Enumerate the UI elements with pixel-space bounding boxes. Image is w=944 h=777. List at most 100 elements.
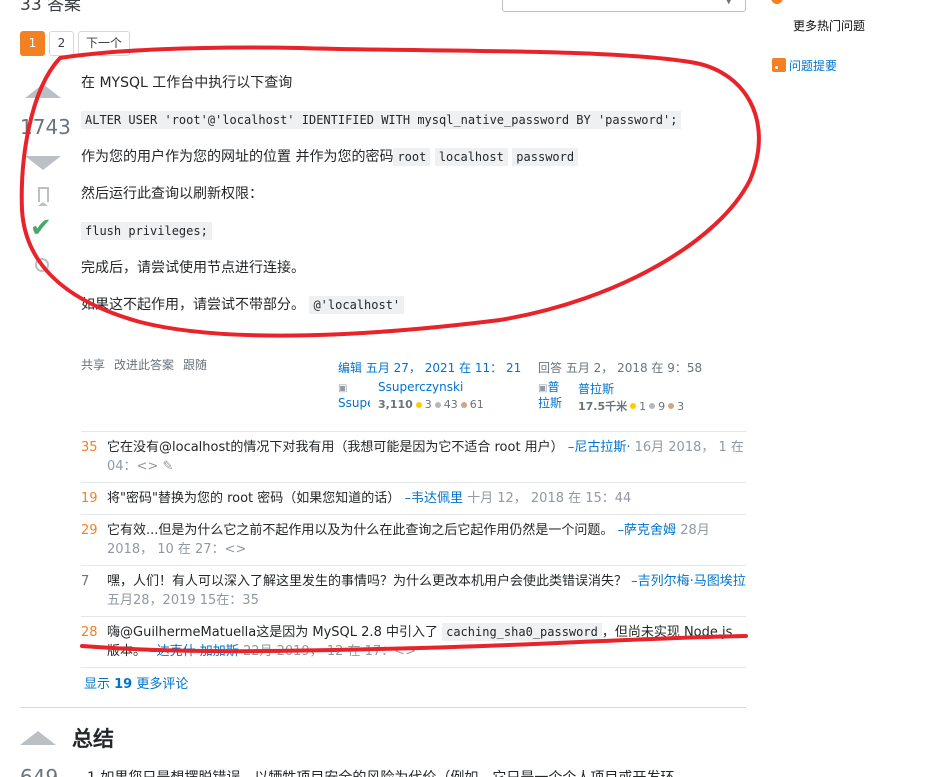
answer-text: 如果这不起作用，请尝试不带部分。 — [81, 297, 305, 313]
comment: 35 它在没有@localhost的情况下对我有用（我想可能是因为它不适合 ro… — [81, 432, 746, 483]
inline-code: localhost — [434, 148, 508, 166]
comment-score: 19 — [81, 491, 98, 506]
improve-answer-link[interactable]: 改进此答案 — [114, 356, 174, 373]
comment-body: 嗨@GuilhermeMatuella这是因为 MySQL 2.8 中引入了 c… — [107, 623, 746, 661]
upvote-icon[interactable] — [25, 84, 61, 98]
answer-code-block: flush privileges; — [81, 221, 741, 241]
chevron-down-icon: ▼ — [725, 0, 733, 6]
comment: 7 嘿，人们！有人可以深入了解这里发生的事情吗？为什么更改本机用户会使此类错误消… — [81, 566, 746, 617]
inline-code: root — [393, 148, 431, 166]
comment-user-link[interactable]: –萨克舍姆 — [618, 523, 677, 538]
more-hot-questions-link[interactable]: 更多热门问题 — [793, 17, 865, 34]
answer-timestamp: 回答 五月 2， 2018 在 9：58 — [538, 361, 703, 375]
history-icon[interactable] — [35, 258, 49, 272]
gold-badge-icon — [415, 401, 422, 408]
reputation-score: 3,110 — [378, 398, 413, 411]
comment-user-link[interactable]: –韦达佩里 — [404, 491, 463, 506]
silver-badge-count: 43 — [443, 398, 458, 411]
question-feed-link[interactable]: 问题提要 — [789, 57, 837, 74]
silver-badge-icon — [649, 403, 656, 409]
answer-paragraph: 作为您的用户作为您的网址的位置 并作为您的密码 root localhost pa… — [81, 147, 741, 167]
avatar[interactable]: ▣Ssupe — [338, 380, 370, 412]
rss-icon — [772, 58, 786, 72]
follow-link[interactable]: 跟随 — [183, 356, 207, 373]
upvote-icon[interactable] — [20, 731, 56, 745]
comment-text: 嘿，人们！有人可以深入了解这里发生的事情吗？为什么更改本机用户会使此类错误消失？ — [107, 574, 628, 589]
sort-select[interactable]: ▼ — [502, 0, 746, 12]
answer-heading: 总结 — [72, 727, 114, 751]
share-link[interactable]: 共享 — [81, 356, 105, 373]
comment-user-link[interactable]: –尼古拉斯· — [568, 440, 631, 455]
avatar-alt-text: Ssupe — [338, 396, 370, 410]
downvote-icon[interactable] — [25, 156, 61, 170]
silver-badge-icon — [434, 401, 441, 408]
comment-score: 35 — [81, 440, 98, 455]
answer-paragraph: 如果这不起作用，请尝试不带部分。 @'localhost' — [81, 295, 741, 315]
answerer-reputation: 17.5千米 1 9 3 — [578, 398, 684, 414]
page-2-button[interactable]: 2 — [49, 31, 74, 56]
comment-text: 它在没有@localhost的情况下对我有用（我想可能是因为它不适合 root … — [107, 440, 564, 455]
bookmark-icon[interactable] — [38, 187, 49, 206]
comment: 28 嗨@GuilhermeMatuella这是因为 MySQL 2.8 中引入… — [81, 617, 746, 668]
show-more-prefix: 显示 — [84, 677, 115, 692]
answer-paragraph: 在 MYSQL 工作台中执行以下查询 — [81, 75, 293, 91]
edit-timestamp-link[interactable]: 编辑 五月 27， 2021 在 11： 21 — [338, 361, 521, 375]
show-more-count: 19 — [114, 677, 133, 692]
bronze-badge-count: 3 — [677, 399, 685, 413]
answer-count-heading: 33 答案 — [20, 0, 82, 15]
comment-date: 十月 12， 2018 在 15：44 — [467, 491, 632, 506]
comment: 29 它有效...但是为什么它之前不起作用以及为什么在此查询之后它起作用仍然是一… — [81, 515, 746, 566]
gold-badge-count: 3 — [424, 398, 432, 411]
answer-paragraph: 然后运行此查询以刷新权限： — [81, 186, 263, 202]
inline-code: @'localhost' — [309, 296, 405, 314]
comment-date: 五月28，2019 15在：35 — [107, 593, 259, 608]
pagination: 1 2 下一个 — [20, 31, 131, 56]
comment-score: 28 — [81, 625, 98, 640]
edited-signature: 编辑 五月 27， 2021 在 11： 21 — [338, 359, 521, 376]
editor-reputation: 3,110 3 43 61 — [378, 398, 484, 411]
answer-code-block: ALTER USER 'root'@'localhost' IDENTIFIED… — [81, 110, 741, 130]
comment-user-link[interactable]: –达克什·加加斯 — [150, 644, 239, 659]
answer-divider — [20, 707, 746, 708]
answer-text: 作为您的用户作为您的网址的位置 并作为您的密码 — [81, 149, 394, 165]
reputation-score: 17.5千米 — [578, 400, 628, 413]
answer-paragraph: 完成后，请尝试使用节点进行连接。 — [81, 260, 305, 276]
silver-badge-count: 9 — [658, 399, 666, 413]
avatar[interactable]: ▣普 拉斯 — [538, 380, 570, 412]
answerer-username[interactable]: 普拉斯 — [578, 380, 614, 397]
bronze-badge-count: 61 — [469, 398, 484, 411]
comment-body: 它在没有@localhost的情况下对我有用（我想可能是因为它不适合 root … — [107, 438, 746, 476]
comment-text: 嗨@GuilhermeMatuella这是因为 MySQL 2.8 中引入了 — [107, 625, 438, 640]
vote-count: 649 — [20, 765, 59, 777]
bronze-badge-icon — [668, 403, 675, 409]
comment-text: 它有效...但是为什么它之前不起作用以及为什么在此查询之后它起作用仍然是一个问题… — [107, 523, 614, 538]
post-menu: 共享 改进此答案 跟随 — [81, 356, 207, 373]
editor-username[interactable]: Ssuperczynski — [378, 380, 463, 394]
code-snippet: ALTER USER 'root'@'localhost' IDENTIFIED… — [81, 111, 682, 129]
page-1-button[interactable]: 1 — [20, 31, 45, 56]
comment-body: 嘿，人们！有人可以深入了解这里发生的事情吗？为什么更改本机用户会使此类错误消失？… — [107, 572, 746, 610]
answered-signature: 回答 五月 2， 2018 在 9：58 — [538, 359, 702, 376]
answer-body: 在 MYSQL 工作台中执行以下查询 ALTER USER 'root'@'lo… — [81, 73, 741, 332]
comment-body: 它有效...但是为什么它之前不起作用以及为什么在此查询之后它起作用仍然是一个问题… — [107, 521, 746, 559]
code-snippet: flush privileges; — [81, 222, 212, 240]
comment-score: 7 — [81, 574, 90, 589]
accepted-check-icon: ✔ — [30, 213, 52, 243]
inline-code: password — [512, 148, 579, 166]
bronze-badge-icon — [460, 401, 467, 408]
inline-code: caching_sha0_password — [442, 623, 602, 641]
show-more-suffix: 更多评论 — [132, 677, 189, 692]
comment-text: 将"密码"替换为您的 root 密码（如果您知道的话） — [107, 491, 401, 506]
hot-question-icon — [771, 0, 783, 4]
comment-body: 将"密码"替换为您的 root 密码（如果您知道的话） –韦达佩里 十月 12，… — [107, 489, 746, 508]
gold-badge-count: 1 — [639, 399, 647, 413]
comment: 19 将"密码"替换为您的 root 密码（如果您知道的话） –韦达佩里 十月 … — [81, 483, 746, 515]
next-page-button[interactable]: 下一个 — [78, 31, 131, 56]
answer-paragraph: 1.如果您只是想摆脱错误，以牺牲项目安全的风险为代价（例如，它只是一个个人项目或… — [87, 767, 674, 777]
comment-user-link[interactable]: –吉列尔梅·马图埃拉 — [631, 574, 746, 589]
comment-score: 29 — [81, 523, 98, 538]
comments-list: 35 它在没有@localhost的情况下对我有用（我想可能是因为它不适合 ro… — [81, 431, 746, 668]
comment-date: 22月 2019， 12 在 17：<> — [242, 644, 416, 659]
show-more-comments-link[interactable]: 显示 19 更多评论 — [84, 673, 188, 692]
gold-badge-icon — [630, 403, 637, 409]
